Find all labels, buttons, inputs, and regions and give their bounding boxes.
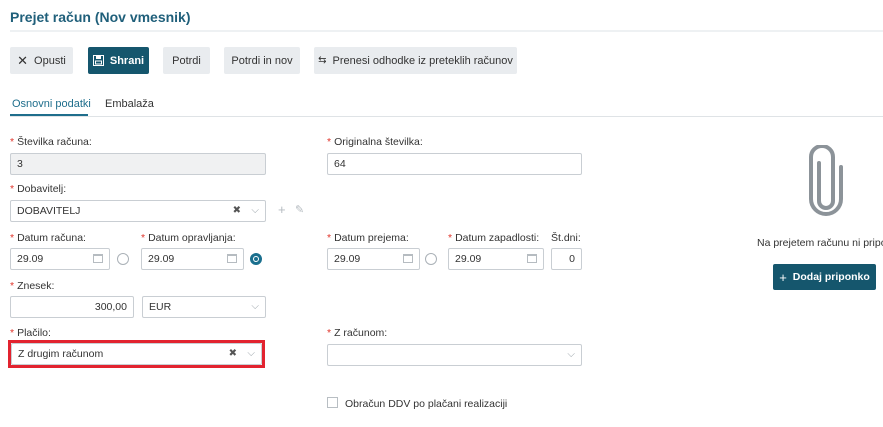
- tab-basic-data[interactable]: Osnovni podatki: [12, 98, 91, 110]
- service-date-label: * Datum opravljanja:: [141, 232, 236, 244]
- with-invoice-select[interactable]: ⌵: [327, 344, 582, 366]
- invoice-date-label: * Datum računa:: [10, 232, 86, 244]
- save-button-label: Shrani: [109, 54, 145, 67]
- invoice-number-label: * Številka računa:: [10, 136, 92, 148]
- calendar-icon[interactable]: [527, 254, 537, 263]
- paperclip-icon: [809, 145, 843, 216]
- discard-button-label: Opusti: [34, 54, 66, 67]
- clear-icon[interactable]: ✖: [233, 205, 241, 216]
- vat-checkbox[interactable]: [327, 397, 338, 408]
- with-invoice-label: * Z računom:: [327, 327, 388, 339]
- due-date-label: * Datum zapadlosti:: [448, 232, 540, 244]
- page-title: Prejet račun (Nov vmesnik): [10, 9, 191, 25]
- service-date-radio[interactable]: [250, 253, 262, 265]
- add-supplier-icon[interactable]: +: [278, 202, 286, 217]
- calendar-icon[interactable]: [227, 254, 237, 263]
- currency-value: EUR: [149, 301, 172, 313]
- chevron-down-icon[interactable]: ⌵: [567, 349, 575, 360]
- service-date-value: 29.09: [148, 253, 175, 265]
- invoice-date-value: 29.09: [17, 253, 44, 265]
- tabs-divider: [10, 116, 883, 117]
- payment-label: * Plačilo:: [10, 327, 51, 339]
- days-input[interactable]: 0: [551, 248, 582, 270]
- confirm-button[interactable]: Potrdi: [163, 47, 210, 74]
- active-tab-indicator: [10, 114, 88, 116]
- supplier-value: DOBAVITELJ: [17, 205, 81, 217]
- amount-input[interactable]: 300,00: [10, 296, 134, 318]
- add-attachment-button[interactable]: + Dodaj priponko: [773, 264, 876, 290]
- service-date-input[interactable]: 29.09: [141, 248, 244, 270]
- original-number-label: * Originalna številka:: [327, 136, 423, 148]
- calendar-icon[interactable]: [403, 254, 413, 263]
- transfer-expenses-label: Prenesi odhodke iz preteklih računov: [332, 54, 513, 67]
- add-attachment-label: Dodaj priponko: [792, 271, 870, 283]
- save-icon: [92, 55, 104, 66]
- transfer-expenses-button[interactable]: ⇆ Prenesi odhodke iz preteklih računov: [314, 47, 517, 74]
- edit-supplier-icon[interactable]: ✎: [295, 203, 304, 216]
- supplier-label: * Dobavitelj:: [10, 183, 67, 195]
- close-icon: ✕: [17, 52, 29, 68]
- invoice-date-input[interactable]: 29.09: [10, 248, 110, 270]
- currency-select[interactable]: EUR ⌵: [142, 296, 266, 318]
- plus-icon: +: [779, 269, 787, 285]
- vat-checkbox-label: Obračun DDV po plačani realizaciji: [345, 398, 508, 410]
- original-number-input[interactable]: 64: [327, 153, 582, 175]
- due-date-input[interactable]: 29.09: [448, 248, 544, 270]
- supplier-select[interactable]: DOBAVITELJ ✖ ⌵: [10, 200, 266, 222]
- days-label: Št.dni:: [551, 232, 581, 244]
- calendar-icon[interactable]: [93, 254, 103, 263]
- due-date-value: 29.09: [455, 253, 482, 265]
- discard-button[interactable]: ✕ Opusti: [10, 47, 73, 74]
- swap-icon: ⇆: [318, 55, 327, 66]
- receipt-date-radio[interactable]: [425, 253, 437, 265]
- receipt-date-label: * Datum prejema:: [327, 232, 409, 244]
- amount-label: * Znesek:: [10, 280, 55, 292]
- save-button[interactable]: Shrani: [88, 47, 149, 74]
- receipt-date-value: 29.09: [334, 253, 361, 265]
- no-attachments-text: Na prejetem računu ni priponk: [757, 237, 883, 249]
- chevron-down-icon[interactable]: ⌵: [251, 301, 259, 312]
- header-divider: [10, 30, 883, 32]
- receipt-date-input[interactable]: 29.09: [327, 248, 420, 270]
- chevron-down-icon[interactable]: ⌵: [251, 205, 259, 216]
- invoice-number-input[interactable]: 3: [10, 153, 266, 175]
- confirm-new-button[interactable]: Potrdi in nov: [224, 47, 300, 74]
- tab-packaging[interactable]: Embalaža: [105, 98, 154, 110]
- invoice-date-radio[interactable]: [117, 253, 129, 265]
- payment-highlight-box: [8, 340, 265, 368]
